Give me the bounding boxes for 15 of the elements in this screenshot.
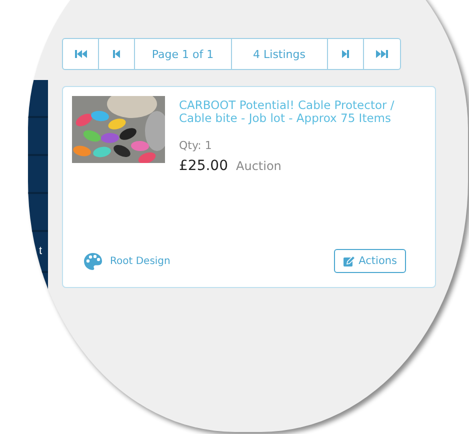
actions-button[interactable]: Actions [334,249,406,273]
edit-icon [342,256,355,266]
design-name: Root Design [110,256,170,266]
listing-format-text: Auction [236,159,282,173]
previous-page-icon [113,49,120,59]
first-page-icon [74,49,86,59]
quantity-text: Qty: 1 [179,139,213,152]
palette-icon [84,252,102,270]
pager-label: 4 Listings [232,39,328,69]
listing-title-link[interactable]: CARBOOT Potential! Cable Protector / Cable bite - Job lot - Approx 75 Items [179,99,404,125]
price-text: £25.00 [179,158,228,174]
pager-label: Page 1 of 1 [135,39,232,69]
next-page-icon [342,49,349,59]
sidebar-item[interactable]: t [39,245,42,258]
last-page-icon [376,49,388,59]
